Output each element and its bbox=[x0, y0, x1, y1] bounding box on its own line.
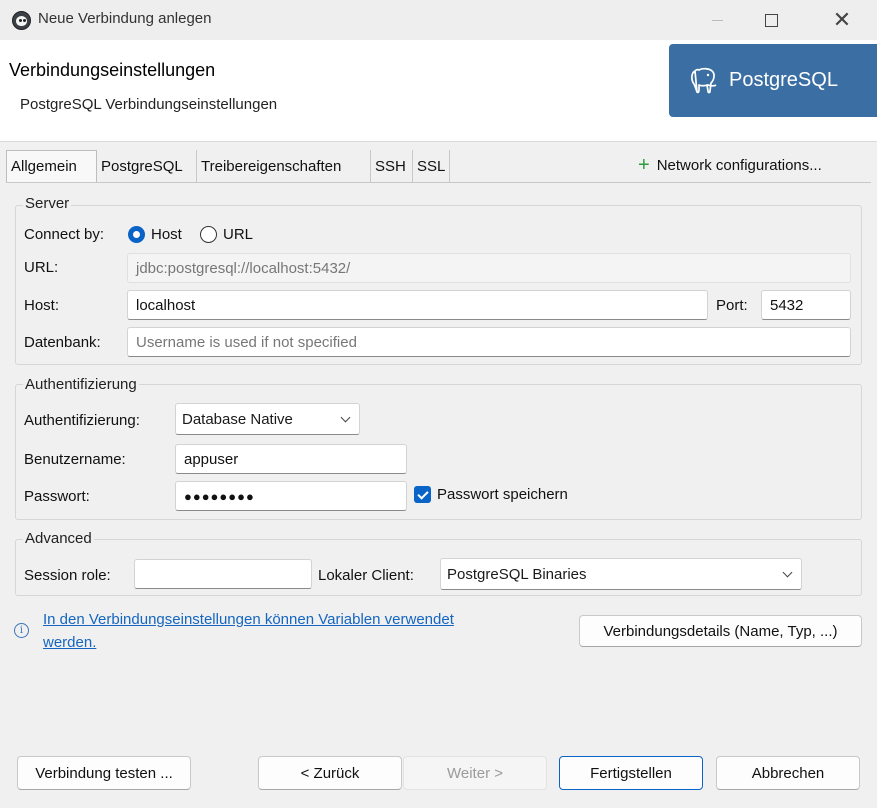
url-value: jdbc:postgresql://localhost:5432/ bbox=[136, 259, 351, 277]
tab-label: Allgemein bbox=[11, 158, 77, 175]
page-subtitle: PostgreSQL Verbindungseinstellungen bbox=[20, 96, 278, 113]
database-input[interactable]: Username is used if not specified bbox=[127, 327, 851, 357]
server-group-title: Server bbox=[23, 195, 72, 212]
info-icon: i bbox=[14, 623, 29, 638]
session-role-label: Session role: bbox=[24, 567, 111, 584]
chevron-down-icon bbox=[782, 567, 793, 577]
save-password-label: Passwort speichern bbox=[437, 486, 568, 503]
radio-url-label: URL bbox=[223, 226, 254, 243]
elephant-icon bbox=[691, 67, 717, 93]
database-placeholder: Username is used if not specified bbox=[136, 333, 357, 351]
finish-button[interactable]: Fertigstellen bbox=[559, 756, 703, 790]
radio-host[interactable]: Host bbox=[128, 226, 182, 243]
password-label: Passwort: bbox=[24, 488, 90, 505]
username-value: appuser bbox=[184, 450, 239, 468]
save-password-checkbox[interactable]: Passwort speichern bbox=[414, 486, 568, 503]
close-icon: ✕ bbox=[832, 7, 852, 32]
checkmark-icon bbox=[414, 486, 431, 503]
password-input[interactable]: ●●●●●●●● bbox=[175, 481, 407, 511]
cancel-label: Abbrechen bbox=[751, 764, 825, 782]
variables-link-line1: In den Verbindungseinstellungen können V… bbox=[43, 611, 454, 628]
local-client-value: PostgreSQL Binaries bbox=[447, 565, 587, 583]
connection-details-label: Verbindungsdetails (Name, Typ, ...) bbox=[603, 622, 838, 640]
logo-text: PostgreSQL bbox=[729, 69, 838, 91]
username-label: Benutzername: bbox=[24, 451, 126, 468]
host-input[interactable]: localhost bbox=[127, 290, 708, 320]
test-connection-label: Verbindung testen ... bbox=[35, 764, 173, 782]
auth-method-value: Database Native bbox=[182, 410, 293, 428]
back-button[interactable]: < Zurück bbox=[258, 756, 402, 790]
variables-help-link[interactable]: In den Verbindungseinstellungen können V… bbox=[43, 608, 563, 654]
network-configurations-button[interactable]: + Network configurations... bbox=[638, 154, 822, 176]
minimize-icon bbox=[711, 19, 723, 21]
tab-bar: Allgemein PostgreSQL Treibereigenschafte… bbox=[6, 150, 456, 182]
finish-label: Fertigstellen bbox=[590, 764, 672, 782]
maximize-icon bbox=[764, 13, 778, 27]
postgresql-logo: PostgreSQL bbox=[669, 44, 877, 117]
port-label: Port: bbox=[716, 297, 748, 314]
username-input[interactable]: appuser bbox=[175, 444, 407, 474]
test-connection-button[interactable]: Verbindung testen ... bbox=[17, 756, 191, 790]
url-label: URL: bbox=[24, 259, 59, 276]
plus-icon: + bbox=[638, 154, 650, 176]
tab-label: Treibereigenschaften bbox=[201, 157, 342, 175]
host-label: Host: bbox=[24, 297, 60, 314]
radio-url-indicator bbox=[200, 226, 217, 243]
tab-ssl[interactable]: SSL bbox=[413, 150, 450, 182]
radio-host-indicator bbox=[128, 226, 145, 243]
connect-by-label: Connect by: bbox=[24, 226, 105, 243]
auth-group-title: Authentifizierung bbox=[23, 376, 139, 393]
chevron-down-icon bbox=[340, 412, 351, 422]
next-label: Weiter > bbox=[447, 764, 503, 782]
network-configurations-label: Network configurations... bbox=[656, 157, 822, 174]
app-icon bbox=[12, 11, 31, 30]
connection-details-button[interactable]: Verbindungsdetails (Name, Typ, ...) bbox=[579, 615, 862, 647]
radio-host-label: Host bbox=[151, 226, 182, 243]
tab-ssh[interactable]: SSH bbox=[371, 150, 413, 182]
window-title: Neue Verbindung anlegen bbox=[38, 10, 212, 27]
port-value: 5432 bbox=[770, 296, 804, 314]
tab-divider bbox=[6, 182, 871, 183]
auth-method-label: Authentifizierung: bbox=[24, 412, 140, 429]
maximize-button[interactable] bbox=[748, 0, 794, 40]
radio-url[interactable]: URL bbox=[200, 226, 253, 243]
port-input[interactable]: 5432 bbox=[761, 290, 851, 320]
local-client-select[interactable]: PostgreSQL Binaries bbox=[440, 558, 802, 590]
advanced-group-title: Advanced bbox=[23, 530, 94, 547]
tab-postgresql[interactable]: PostgreSQL bbox=[97, 150, 197, 182]
database-label: Datenbank: bbox=[24, 334, 101, 351]
page-title: Verbindungseinstellungen bbox=[9, 60, 216, 80]
next-button[interactable]: Weiter > bbox=[403, 756, 547, 790]
host-value: localhost bbox=[136, 296, 196, 314]
tab-label: SSL bbox=[417, 157, 446, 175]
url-field[interactable]: jdbc:postgresql://localhost:5432/ bbox=[127, 253, 851, 283]
local-client-label: Lokaler Client: bbox=[318, 567, 414, 584]
session-role-input[interactable] bbox=[134, 559, 312, 589]
tab-label: PostgreSQL bbox=[101, 157, 183, 175]
tab-treibereigenschaften[interactable]: Treibereigenschaften bbox=[197, 150, 371, 182]
password-value: ●●●●●●●● bbox=[184, 488, 255, 504]
tab-allgemein[interactable]: Allgemein bbox=[6, 150, 97, 182]
back-label: < Zurück bbox=[300, 764, 360, 782]
variables-link-line2: werden. bbox=[43, 634, 97, 651]
minimize-button[interactable] bbox=[694, 0, 740, 40]
cancel-button[interactable]: Abbrechen bbox=[716, 756, 860, 790]
auth-method-select[interactable]: Database Native bbox=[175, 403, 360, 435]
tab-label: SSH bbox=[375, 157, 406, 175]
close-button[interactable]: ✕ bbox=[819, 0, 865, 40]
